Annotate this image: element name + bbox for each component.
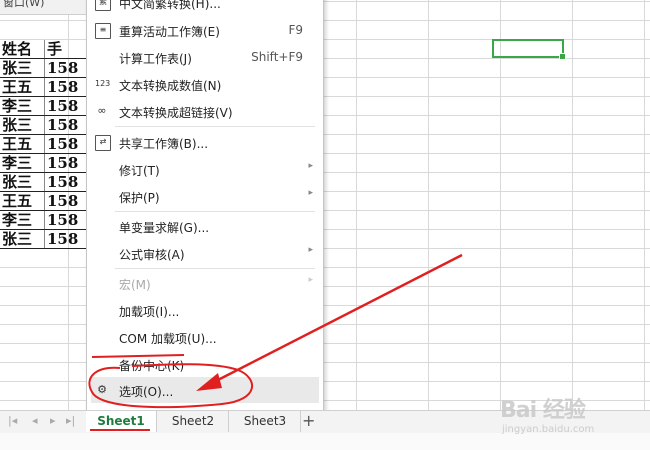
menu-item-label: 选项(O)... — [119, 385, 174, 399]
menu-item-label: 计算工作表(J) — [119, 52, 192, 66]
status-strip — [0, 433, 650, 450]
watermark-sub: jingyan.baidu.com — [502, 424, 595, 435]
name-cell[interactable]: 李三 — [0, 210, 45, 230]
table-row: 王五 158 — [0, 191, 89, 211]
menu-separator — [115, 211, 315, 212]
menu-item-protect[interactable]: 保护(P) ▸ — [87, 183, 323, 209]
shortcut-label: Shift+F9 — [251, 50, 303, 64]
submenu-arrow-icon: ▸ — [308, 275, 313, 285]
phone-cell[interactable]: 158 — [44, 134, 89, 154]
phone-cell[interactable]: 158 — [44, 191, 89, 211]
phone-cell[interactable]: 158 — [44, 210, 89, 230]
window-menu-label: 窗口(W) — [3, 0, 45, 9]
menu-item-recalc-workbook[interactable]: ≡ 重算活动工作簿(E) F9 — [87, 17, 323, 43]
watermark-logo: Bai 经验 — [500, 398, 586, 423]
table-row: 张三 158 — [0, 172, 89, 192]
name-cell[interactable]: 李三 — [0, 153, 45, 173]
link-icon: ∞ — [97, 104, 107, 117]
menu-item-label: 修订(T) — [119, 164, 160, 178]
table-row: 李三 158 — [0, 210, 89, 230]
table-row: 王五 158 — [0, 134, 89, 154]
tab-sheet1[interactable]: Sheet1 — [86, 411, 157, 432]
next-sheet-icon[interactable]: ▸ — [50, 414, 56, 427]
menu-item-text-to-hyperlink[interactable]: ∞ 文本转换成超链接(V) — [87, 98, 323, 124]
name-cell[interactable]: 张三 — [0, 115, 45, 135]
add-sheet-button[interactable]: + — [302, 411, 315, 431]
shortcut-label: F9 — [288, 23, 303, 37]
menu-item-label: 单变量求解(G)... — [119, 221, 210, 235]
last-sheet-icon[interactable]: ▸| — [66, 414, 75, 427]
phone-cell[interactable]: 158 — [44, 172, 89, 192]
convert-icon: 繁 — [95, 0, 111, 11]
window-menu[interactable]: 窗口(W) — [0, 0, 86, 15]
submenu-arrow-icon: ▸ — [308, 161, 313, 171]
data-table: 姓名 手 张三 158 王五 158 李三 158 张三 158 王五 158 李三 158… — [0, 40, 89, 249]
phone-cell[interactable]: 158 — [44, 58, 89, 78]
name-cell[interactable]: 张三 — [0, 172, 45, 192]
menu-item-revisions[interactable]: 修订(T) ▸ — [87, 156, 323, 182]
header-cell-name[interactable]: 姓名 — [0, 40, 45, 59]
name-cell[interactable]: 李三 — [0, 96, 45, 116]
number-icon: 123 — [95, 79, 111, 88]
menu-item-share-workbook[interactable]: ⇄ 共享工作簿(B)... — [87, 129, 323, 155]
phone-cell[interactable]: 158 — [44, 115, 89, 135]
table-row: 张三 158 — [0, 115, 89, 135]
menu-separator — [115, 126, 315, 127]
menu-item-options[interactable]: ⚙ 选项(O)... — [91, 377, 319, 403]
name-cell[interactable]: 张三 — [0, 229, 45, 249]
name-cell[interactable]: 张三 — [0, 58, 45, 78]
menu-item-com-addins[interactable]: COM 加载项(U)... — [87, 324, 323, 350]
phone-cell[interactable]: 158 — [44, 77, 89, 97]
menu-item-label: 备份中心(K) — [119, 359, 185, 373]
menu-item-addins[interactable]: 加载项(I)... — [87, 297, 323, 323]
menu-item-label: 共享工作簿(B)... — [119, 137, 209, 151]
name-cell[interactable]: 王五 — [0, 134, 45, 154]
menu-item-label: 加载项(I)... — [119, 305, 180, 319]
menu-item-text-to-number[interactable]: 123 文本转换成数值(N) — [87, 71, 323, 97]
menu-item-label: 文本转换成数值(N) — [119, 79, 222, 93]
menu-item-label: 重算活动工作簿(E) — [119, 25, 220, 39]
table-row: 张三 158 — [0, 229, 89, 249]
menu-item-label: 保护(P) — [119, 191, 160, 205]
submenu-arrow-icon: ▸ — [308, 245, 313, 255]
table-row: 王五 158 — [0, 77, 89, 97]
menu-separator — [115, 268, 315, 269]
menu-item-label: 中文简繁转换(H)... — [119, 0, 221, 11]
phone-cell[interactable]: 158 — [44, 229, 89, 249]
menu-item-backup-center[interactable]: 备份中心(K) — [87, 351, 323, 377]
first-sheet-icon[interactable]: |◂ — [8, 414, 17, 427]
table-row: 李三 158 — [0, 153, 89, 173]
menu-item-simplified-traditional[interactable]: 繁 中文简繁转换(H)... — [87, 0, 323, 15]
phone-cell[interactable]: 158 — [44, 96, 89, 116]
prev-sheet-icon[interactable]: ◂ — [32, 414, 38, 427]
selected-cell[interactable] — [492, 39, 566, 60]
menu-item-label: 宏(M) — [119, 278, 151, 292]
tools-menu: 繁 中文简繁转换(H)... ≡ 重算活动工作簿(E) F9 计算工作表(J) … — [86, 0, 324, 412]
menu-item-formula-audit[interactable]: 公式审核(A) ▸ — [87, 240, 323, 266]
menu-item-goal-seek[interactable]: 单变量求解(G)... — [87, 213, 323, 239]
tab-sheet2[interactable]: Sheet2 — [158, 411, 229, 432]
name-cell[interactable]: 王五 — [0, 77, 45, 97]
tab-sheet3[interactable]: Sheet3 — [230, 411, 301, 432]
gear-icon: ⚙ — [97, 383, 107, 396]
header-cell-phone[interactable]: 手 — [44, 40, 89, 59]
name-cell[interactable]: 王五 — [0, 191, 45, 211]
menu-item-macro: 宏(M) ▸ — [87, 270, 323, 296]
menu-item-label: 文本转换成超链接(V) — [119, 106, 233, 120]
table-row: 李三 158 — [0, 96, 89, 116]
menu-item-label: COM 加载项(U)... — [119, 332, 217, 346]
phone-cell[interactable]: 158 — [44, 153, 89, 173]
submenu-arrow-icon: ▸ — [308, 188, 313, 198]
menu-item-label: 公式审核(A) — [119, 248, 185, 262]
watermark: Bai 经验 jingyan.baidu.com — [500, 392, 594, 435]
recalc-icon: ≡ — [95, 23, 111, 39]
table-header-row: 姓名 手 — [0, 40, 89, 59]
share-icon: ⇄ — [95, 135, 111, 151]
menu-item-calc-sheet[interactable]: 计算工作表(J) Shift+F9 — [87, 44, 323, 70]
table-row: 张三 158 — [0, 58, 89, 78]
